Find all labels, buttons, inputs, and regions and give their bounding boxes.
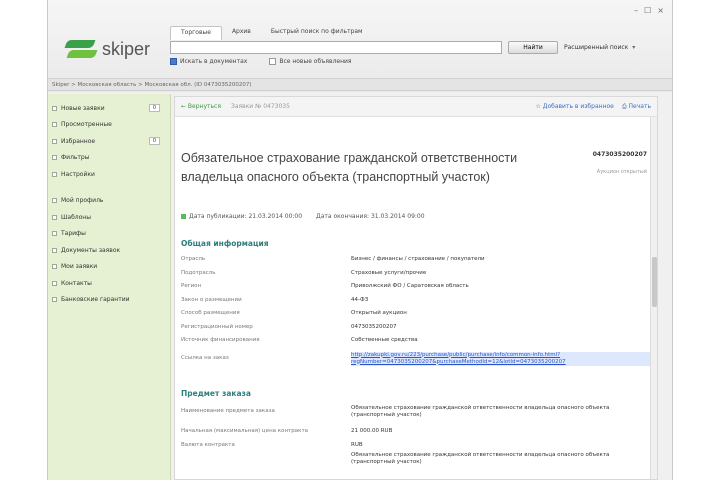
subject-info-table: Наименование предмета заказа Обязательное…: [181, 405, 653, 466]
sidebar-item-new[interactable]: Новые заявки 0: [48, 100, 170, 117]
checkbox-checked-icon[interactable]: [170, 58, 177, 65]
tab-archive[interactable]: Архив: [222, 26, 261, 40]
scrollbar[interactable]: [650, 117, 657, 479]
section-subject: Предмет заказа: [181, 389, 251, 398]
breadcrumb: Skiper > Московская область > Московская…: [48, 78, 672, 91]
detail-toolbar: ← Вернуться Заявки № 0473035 ☆ Добавить …: [175, 97, 657, 117]
scrollbar-thumb[interactable]: [652, 257, 657, 307]
sidebar-item-my-bids[interactable]: Мои заявки: [48, 259, 170, 276]
title-block: Обязательное страхование гражданской отв…: [181, 149, 651, 187]
sidebar-item-profile[interactable]: Мой профиль: [48, 193, 170, 210]
table-row: Регион Приволжский ФО / Саратовская облас…: [181, 283, 469, 289]
sidebar-item-contacts[interactable]: Контакты: [48, 275, 170, 292]
search-button[interactable]: Найти: [508, 40, 558, 54]
bullet-icon: [52, 171, 57, 177]
sidebar: Новые заявки 0 Просмотренные Избранное 0 Ф…: [48, 94, 171, 480]
sidebar-item-viewed[interactable]: Просмотренные: [48, 117, 170, 134]
check-in-docs[interactable]: Искать в документах: [170, 58, 247, 65]
bullet-icon: [52, 247, 57, 253]
bullet-icon: [52, 122, 57, 128]
logo: skiper: [64, 38, 150, 60]
table-row: Наименование предмета заказа Обязательное…: [181, 405, 610, 418]
search-options: Искать в документах Все новые объявления: [170, 58, 352, 65]
close-icon[interactable]: ×: [657, 6, 664, 15]
bullet-icon: [52, 231, 57, 237]
bullet-icon: [52, 155, 57, 161]
table-row: Валюта контракта RUB: [181, 441, 363, 448]
bullet-icon: [52, 280, 57, 286]
app-window: – ☐ × skiper Торговые Архив Быстрый поис…: [47, 0, 673, 480]
dates-row: Дата публикации: 21.03.2014 00:00 Дата о…: [181, 213, 425, 220]
sidebar-item-filters[interactable]: Фильтры: [48, 150, 170, 167]
tab-trade[interactable]: Торговые: [170, 26, 222, 40]
page-title: Обязательное страхование гражданской отв…: [181, 151, 518, 184]
date-start: 21.03.2014 00:00: [248, 213, 303, 220]
table-row: Закон о размещении 44-ФЗ: [181, 296, 369, 303]
sidebar-item-documents[interactable]: Документы заявок: [48, 242, 170, 259]
section-general: Общая информация: [181, 239, 269, 248]
sidebar-item-favorites[interactable]: Избранное 0: [48, 133, 170, 150]
sidebar-item-settings[interactable]: Настройки: [48, 166, 170, 183]
check-new-only[interactable]: Все новые объявления: [269, 58, 352, 65]
general-info-table: Отрасль Бизнес / финансы / страхование / …: [181, 253, 653, 366]
search-row: Найти Расширенный поиск ▾: [170, 40, 666, 54]
bullet-icon: [52, 198, 57, 204]
bullet-icon: [52, 214, 57, 220]
order-link[interactable]: http://zakupki.gov.ru/223/purchase/publi…: [351, 351, 653, 366]
logo-text: skiper: [102, 38, 151, 59]
document-number: 0473035200207: [592, 151, 647, 158]
header: – ☐ × skiper Торговые Архив Быстрый поис…: [48, 0, 672, 92]
table-row: Начальная (максимальная) цена контракта 2…: [181, 428, 393, 434]
bullet-icon: [52, 264, 57, 270]
bullet-icon: [52, 138, 57, 144]
chevron-down-icon[interactable]: ▾: [632, 44, 635, 51]
advanced-search-link[interactable]: Расширенный поиск: [564, 44, 628, 51]
search-input[interactable]: [170, 40, 502, 54]
count-badge: 0: [148, 104, 160, 113]
table-row: Способ размещения Открытый аукцион: [181, 310, 407, 316]
minimize-icon[interactable]: –: [634, 6, 638, 15]
sidebar-item-templates[interactable]: Шаблоны: [48, 209, 170, 226]
table-row: Ссылка на заказ http://zakupki.gov.ru/223…: [181, 351, 653, 366]
table-row: Источник финансирования Собственные средс…: [181, 337, 418, 343]
checkbox-icon[interactable]: [269, 58, 277, 65]
table-row: Регистрационный номер 0473035200207: [181, 323, 397, 330]
status-dot-icon: [181, 214, 186, 219]
bullet-icon: [52, 105, 57, 111]
tab-quick-filter[interactable]: Быстрый поиск по фильтрам: [261, 26, 373, 40]
date-end: 31.03.2014 09:00: [370, 213, 425, 220]
back-button[interactable]: ← Вернуться: [181, 103, 221, 110]
add-favorite-button[interactable]: ☆ Добавить в избранное: [536, 103, 614, 111]
search-tabs: Торговые Архив Быстрый поиск по фильтрам: [170, 26, 373, 40]
detail-crumb: Заявки № 0473035: [230, 103, 290, 110]
table-row: Обязательное страхование гражданской отв…: [351, 452, 610, 465]
sidebar-item-tariffs[interactable]: Тарифы: [48, 226, 170, 243]
detail-panel: ← Вернуться Заявки № 0473035 ☆ Добавить …: [174, 96, 658, 480]
sidebar-item-guarantees[interactable]: Банковские гарантии: [48, 292, 170, 309]
table-row: Подотрасль Страховые услуги/прочие: [181, 269, 427, 276]
count-badge: 0: [148, 137, 160, 146]
window-controls: – ☐ ×: [634, 6, 664, 15]
print-button[interactable]: ⎙ Печать: [622, 103, 651, 111]
bullet-icon: [52, 297, 57, 303]
table-row: Отрасль Бизнес / финансы / страхование / …: [181, 256, 485, 262]
document-type: Аукцион открытый: [596, 169, 647, 175]
detail-actions: ☆ Добавить в избранное ⎙ Печать: [536, 103, 652, 111]
logo-icon: [64, 38, 98, 60]
maximize-icon[interactable]: ☐: [644, 6, 651, 15]
